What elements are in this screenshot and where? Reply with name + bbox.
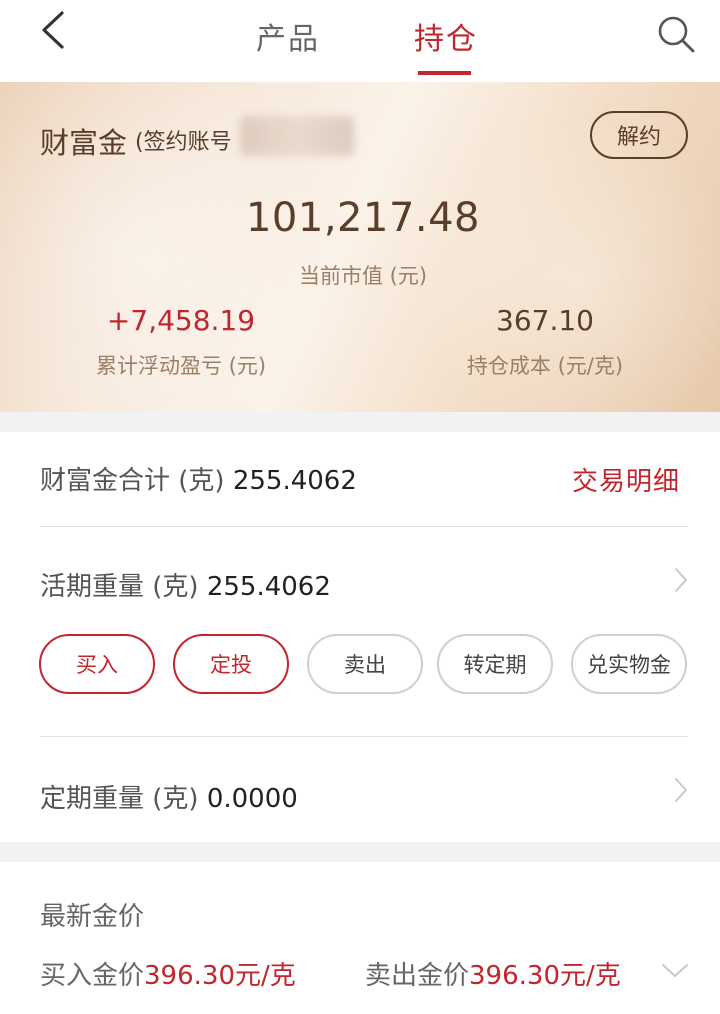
- market-value: 101,217.48: [245, 195, 481, 241]
- buy-button[interactable]: 买入: [39, 634, 155, 694]
- buy-price-value: 396.30元/克: [144, 961, 296, 991]
- redeem-physical-gold-button[interactable]: 兑实物金: [571, 634, 687, 694]
- total-gold-value: 255.4062: [232, 466, 357, 496]
- buy-price: 买入金价396.30元/克: [40, 955, 296, 992]
- chevron-down-icon[interactable]: [660, 962, 690, 980]
- chevron-right-icon[interactable]: [674, 776, 688, 804]
- card-title: 财富金: [40, 126, 128, 160]
- unbind-button[interactable]: 解约: [590, 111, 688, 159]
- chevron-left-icon[interactable]: [36, 10, 72, 50]
- convert-fixed-term-button[interactable]: 转定期: [437, 634, 553, 694]
- pnl-label: 累计浮动盈亏 (元): [95, 354, 267, 378]
- masked-account-number: [240, 116, 354, 156]
- sell-price-label: 卖出金价: [365, 961, 470, 991]
- wealth-gold-card: 财富金 (签约账号 解约 101,217.48 当前市值 (元) +7,458.…: [0, 82, 720, 412]
- market-value-label: 当前市值 (元): [298, 264, 428, 288]
- buy-price-label: 买入金价: [40, 961, 145, 991]
- divider: [40, 736, 688, 737]
- search-icon[interactable]: [656, 14, 696, 54]
- sell-price-value: 396.30元/克: [469, 961, 621, 991]
- section-gap: [0, 842, 720, 862]
- sell-button[interactable]: 卖出: [307, 634, 423, 694]
- account-label: (签约账号: [135, 130, 232, 155]
- sell-price: 卖出金价396.30元/克: [365, 955, 621, 992]
- auto-invest-button[interactable]: 定投: [173, 634, 289, 694]
- fixed-weight-label: 定期重量 (克): [40, 784, 199, 814]
- cost-value: 367.10: [496, 304, 594, 337]
- chevron-right-icon[interactable]: [674, 566, 688, 594]
- transaction-detail-link[interactable]: 交易明细: [572, 461, 680, 498]
- active-tab-indicator: [418, 71, 471, 75]
- divider: [40, 526, 688, 527]
- tab-holdings[interactable]: 持仓: [414, 14, 478, 58]
- total-gold-label: 财富金合计 (克): [40, 466, 225, 496]
- current-weight-row[interactable]: 活期重量 (克) 255.4062: [40, 566, 688, 603]
- fixed-weight-value: 0.0000: [206, 784, 298, 814]
- cost-label: 持仓成本 (元/克): [466, 354, 624, 378]
- current-weight-value: 255.4062: [206, 572, 331, 602]
- latest-gold-price-title: 最新金价: [40, 902, 145, 932]
- top-nav-bar: 产品 持仓: [0, 0, 720, 82]
- fixed-weight-row[interactable]: 定期重量 (克) 0.0000: [40, 778, 688, 815]
- current-weight-label: 活期重量 (克): [40, 572, 199, 602]
- tab-products[interactable]: 产品: [256, 14, 320, 58]
- section-gap: [0, 412, 720, 432]
- pnl-value: +7,458.19: [106, 304, 256, 337]
